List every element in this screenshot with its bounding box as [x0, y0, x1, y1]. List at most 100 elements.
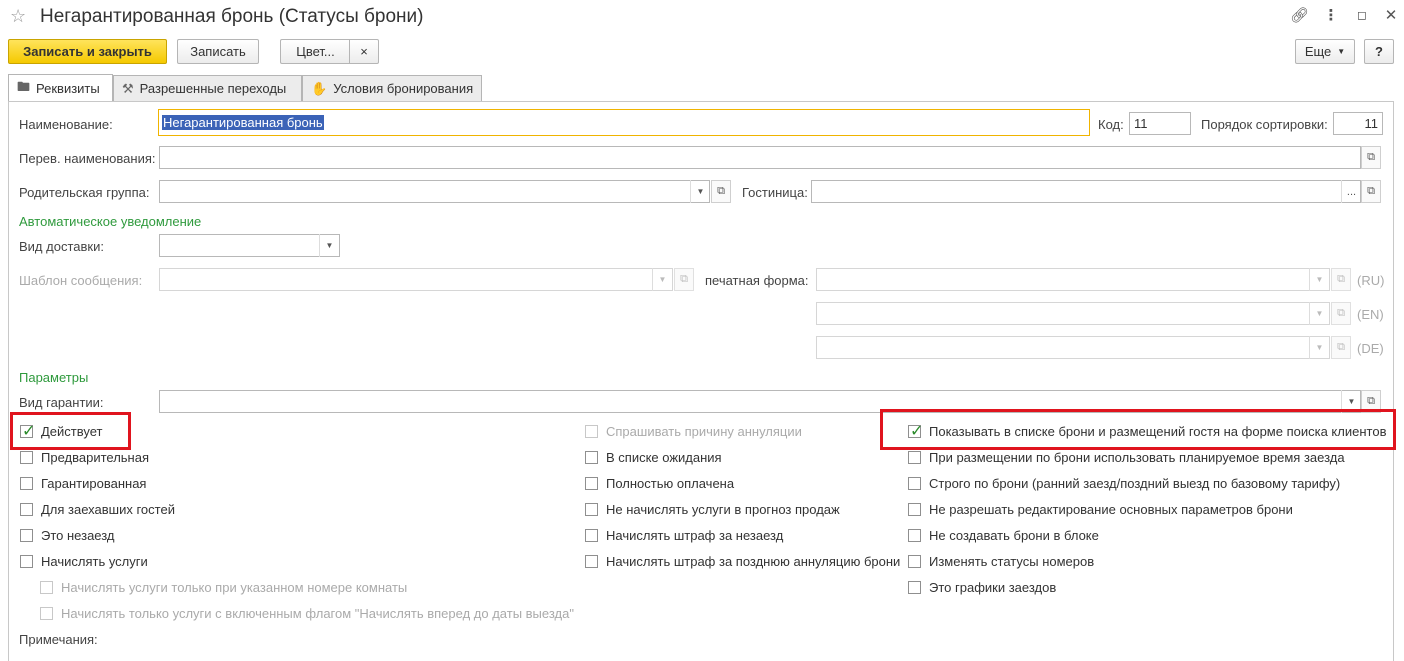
- checkbox-label: Начислять штраф за позднюю аннуляцию бро…: [606, 554, 901, 569]
- checkbox-box[interactable]: [908, 477, 921, 490]
- parameters-group: Параметры: [19, 370, 89, 385]
- tab-requisites[interactable]: 🖿 Реквизиты: [8, 74, 113, 102]
- color-clear-button[interactable]: ×: [349, 39, 379, 64]
- print-form-ru-field: [816, 268, 1330, 291]
- checkbox-box[interactable]: ✓: [20, 423, 35, 440]
- parent-group-field[interactable]: [159, 180, 710, 203]
- checkbox-box[interactable]: [20, 451, 33, 464]
- checkbox-charge-ahead: Начислять только услуги с включенным фла…: [40, 606, 574, 621]
- lang-ru-label: (RU): [1357, 273, 1385, 288]
- checkbox-label: Начислять только услуги с включенным фла…: [61, 606, 574, 621]
- checkbox-charge-services[interactable]: Начислять услуги: [20, 554, 148, 569]
- sort-order-field[interactable]: 11: [1333, 112, 1383, 135]
- save-and-close-button[interactable]: Записать и закрыть: [8, 39, 167, 64]
- checkbox-box[interactable]: [908, 503, 921, 516]
- checkbox-arrival-schedules[interactable]: Это графики заездов: [908, 580, 1056, 595]
- message-template-label: Шаблон сообщения:: [19, 273, 143, 288]
- checkbox-label: Не разрешать редактирование основных пар…: [929, 502, 1293, 517]
- checkbox-no-show-penalty[interactable]: Начислять штраф за незаезд: [585, 528, 783, 543]
- dropdown-arrow-icon: ▼: [1309, 268, 1329, 291]
- checkbox-box[interactable]: [585, 503, 598, 516]
- checkbox-box[interactable]: [908, 529, 921, 542]
- checkbox-label: Начислять услуги только при указанном но…: [61, 580, 408, 595]
- checkbox-no-block-bookings[interactable]: Не создавать брони в блоке: [908, 528, 1099, 543]
- checkbox-label: Действует: [41, 424, 103, 439]
- print-form-de-field: [816, 336, 1330, 359]
- close-icon[interactable]: ✕: [1382, 6, 1400, 24]
- print-form-label: печатная форма:: [705, 273, 809, 288]
- checkbox-guaranteed[interactable]: Гарантированная: [20, 476, 146, 491]
- more-icon[interactable]: ⋮: [1322, 6, 1340, 24]
- checkbox-box[interactable]: [20, 503, 33, 516]
- checkbox-box[interactable]: [585, 555, 598, 568]
- dropdown-arrow-icon[interactable]: ▼: [690, 180, 710, 203]
- tab-label: Условия бронирования: [333, 81, 474, 96]
- dropdown-arrow-icon[interactable]: ▼: [319, 234, 339, 257]
- delivery-type-field[interactable]: [159, 234, 340, 257]
- checkbox-waiting-list[interactable]: В списке ожидания: [585, 450, 722, 465]
- checkbox-change-room-status[interactable]: Изменять статусы номеров: [908, 554, 1094, 569]
- checkbox-box[interactable]: [20, 529, 33, 542]
- transitions-icon: ⚒: [122, 80, 134, 96]
- tab-booking-conditions[interactable]: ✋ Условия бронирования: [302, 75, 482, 101]
- checkbox-planned-arrival-time[interactable]: При размещении по брони использовать пла…: [908, 450, 1345, 465]
- auto-notification-group: Автоматическое уведомление: [19, 214, 202, 229]
- checkbox-box[interactable]: [908, 555, 921, 568]
- requisites-icon: 🖿: [17, 78, 31, 94]
- maximize-icon[interactable]: ◻: [1353, 8, 1371, 22]
- checkbox-label: Показывать в списке брони и размещений г…: [929, 424, 1387, 439]
- checkbox-checked-in-guests[interactable]: Для заехавших гостей: [20, 502, 175, 517]
- more-actions-label: Еще: [1304, 44, 1332, 59]
- dropdown-arrow-icon: ▼: [652, 268, 672, 291]
- tab-label: Разрешенные переходы: [139, 81, 287, 96]
- checkbox-fully-paid[interactable]: Полностью оплачена: [585, 476, 734, 491]
- checkbox-show-in-search[interactable]: ✓ Показывать в списке брони и размещений…: [908, 423, 1387, 440]
- tab-transitions[interactable]: ⚒ Разрешенные переходы: [113, 75, 302, 101]
- checkbox-preliminary[interactable]: Предварительная: [20, 450, 149, 465]
- name-field[interactable]: Негарантированная бронь: [158, 109, 1090, 136]
- open-icon[interactable]: ⧉: [1361, 180, 1381, 203]
- checkbox-late-cancel-penalty[interactable]: Начислять штраф за позднюю аннуляцию бро…: [585, 554, 900, 569]
- save-button[interactable]: Записать: [177, 39, 259, 64]
- checkbox-no-sales-forecast[interactable]: Не начислять услуги в прогноз продаж: [585, 502, 840, 517]
- lang-en-label: (EN): [1357, 307, 1384, 322]
- checkbox-label: Гарантированная: [41, 476, 147, 491]
- checkbox-no-edit-params[interactable]: Не разрешать редактирование основных пар…: [908, 502, 1293, 517]
- favorite-star-icon[interactable]: ☆: [10, 6, 26, 27]
- checkbox-box: [40, 581, 53, 594]
- sort-order-label: Порядок сортировки:: [1201, 117, 1328, 132]
- checkbox-strict-booking[interactable]: Строго по брони (ранний заезд/поздний вы…: [908, 476, 1340, 491]
- select-dots-icon[interactable]: ...: [1341, 180, 1361, 203]
- tab-label: Реквизиты: [36, 81, 100, 96]
- color-button[interactable]: Цвет...: [280, 39, 350, 64]
- chevron-down-icon: ▼: [1337, 47, 1346, 56]
- translated-name-label: Перев. наименования:: [19, 151, 156, 166]
- checkbox-box[interactable]: [20, 477, 33, 490]
- checkbox-box[interactable]: [585, 451, 598, 464]
- dropdown-arrow-icon: ▼: [1309, 336, 1329, 359]
- open-icon[interactable]: ⧉: [711, 180, 731, 203]
- checkbox-label: Предварительная: [41, 450, 149, 465]
- checkmark-icon: ✓: [910, 423, 924, 440]
- checkbox-box[interactable]: [20, 555, 33, 568]
- checkbox-label: Начислять услуги: [41, 554, 148, 569]
- link-icon[interactable]: 🔗︎: [1290, 6, 1309, 24]
- help-button[interactable]: ?: [1364, 39, 1394, 64]
- open-icon: ⧉: [1331, 268, 1351, 291]
- checkbox-active[interactable]: ✓ Действует: [20, 423, 103, 440]
- handshake-icon: ✋: [311, 80, 328, 96]
- checkbox-box[interactable]: [908, 581, 921, 594]
- checkbox-box[interactable]: [908, 451, 921, 464]
- guarantee-type-label: Вид гарантии:: [19, 395, 104, 410]
- more-actions-button[interactable]: Еще ▼: [1295, 39, 1355, 64]
- checkbox-label: В списке ожидания: [606, 450, 722, 465]
- checkbox-box[interactable]: ✓: [908, 423, 923, 440]
- open-icon[interactable]: ⧉: [1361, 146, 1381, 169]
- checkbox-box[interactable]: [585, 477, 598, 490]
- hotel-field[interactable]: [811, 180, 1361, 203]
- translated-name-field[interactable]: [159, 146, 1361, 169]
- code-field[interactable]: 11: [1129, 112, 1191, 135]
- parent-group-label: Родительская группа:: [19, 185, 150, 200]
- checkbox-box[interactable]: [585, 529, 598, 542]
- checkbox-no-show[interactable]: Это незаезд: [20, 528, 115, 543]
